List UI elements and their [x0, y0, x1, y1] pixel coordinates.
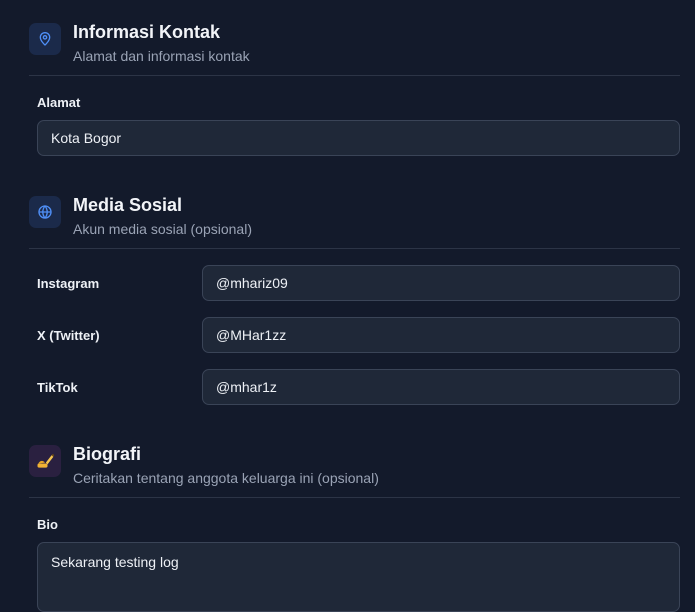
twitter-label: X (Twitter) — [37, 328, 100, 343]
instagram-input[interactable]: @mhariz09 — [202, 265, 680, 301]
twitter-input[interactable]: @MHar1zz — [202, 317, 680, 353]
map-pin-icon — [29, 23, 61, 55]
social-divider — [29, 248, 680, 249]
tiktok-label: TikTok — [37, 380, 78, 395]
globe-icon — [29, 196, 61, 228]
bio-textarea[interactable]: Sekarang testing log — [37, 542, 680, 612]
bio-label: Bio — [37, 517, 58, 532]
contact-section-header: Informasi Kontak Alamat dan informasi ko… — [29, 22, 250, 64]
writing-hand-icon — [29, 445, 61, 477]
tiktok-input[interactable]: @mhar1z — [202, 369, 680, 405]
address-label: Alamat — [37, 95, 81, 110]
bio-divider — [29, 497, 680, 498]
social-section-header: Media Sosial Akun media sosial (opsional… — [29, 195, 252, 237]
bio-section-header: Biografi Ceritakan tentang anggota kelua… — [29, 444, 379, 486]
contact-section-title: Informasi Kontak — [73, 22, 221, 42]
social-section-subtitle: Akun media sosial (opsional) — [73, 221, 252, 237]
contact-section-subtitle: Alamat dan informasi kontak — [73, 48, 250, 64]
bio-section-subtitle: Ceritakan tentang anggota keluarga ini (… — [73, 470, 379, 486]
address-input[interactable]: Kota Bogor — [37, 120, 680, 156]
instagram-label: Instagram — [37, 276, 100, 291]
contact-divider — [29, 75, 680, 76]
bio-section-title: Biografi — [73, 444, 142, 464]
social-section-title: Media Sosial — [73, 195, 183, 215]
